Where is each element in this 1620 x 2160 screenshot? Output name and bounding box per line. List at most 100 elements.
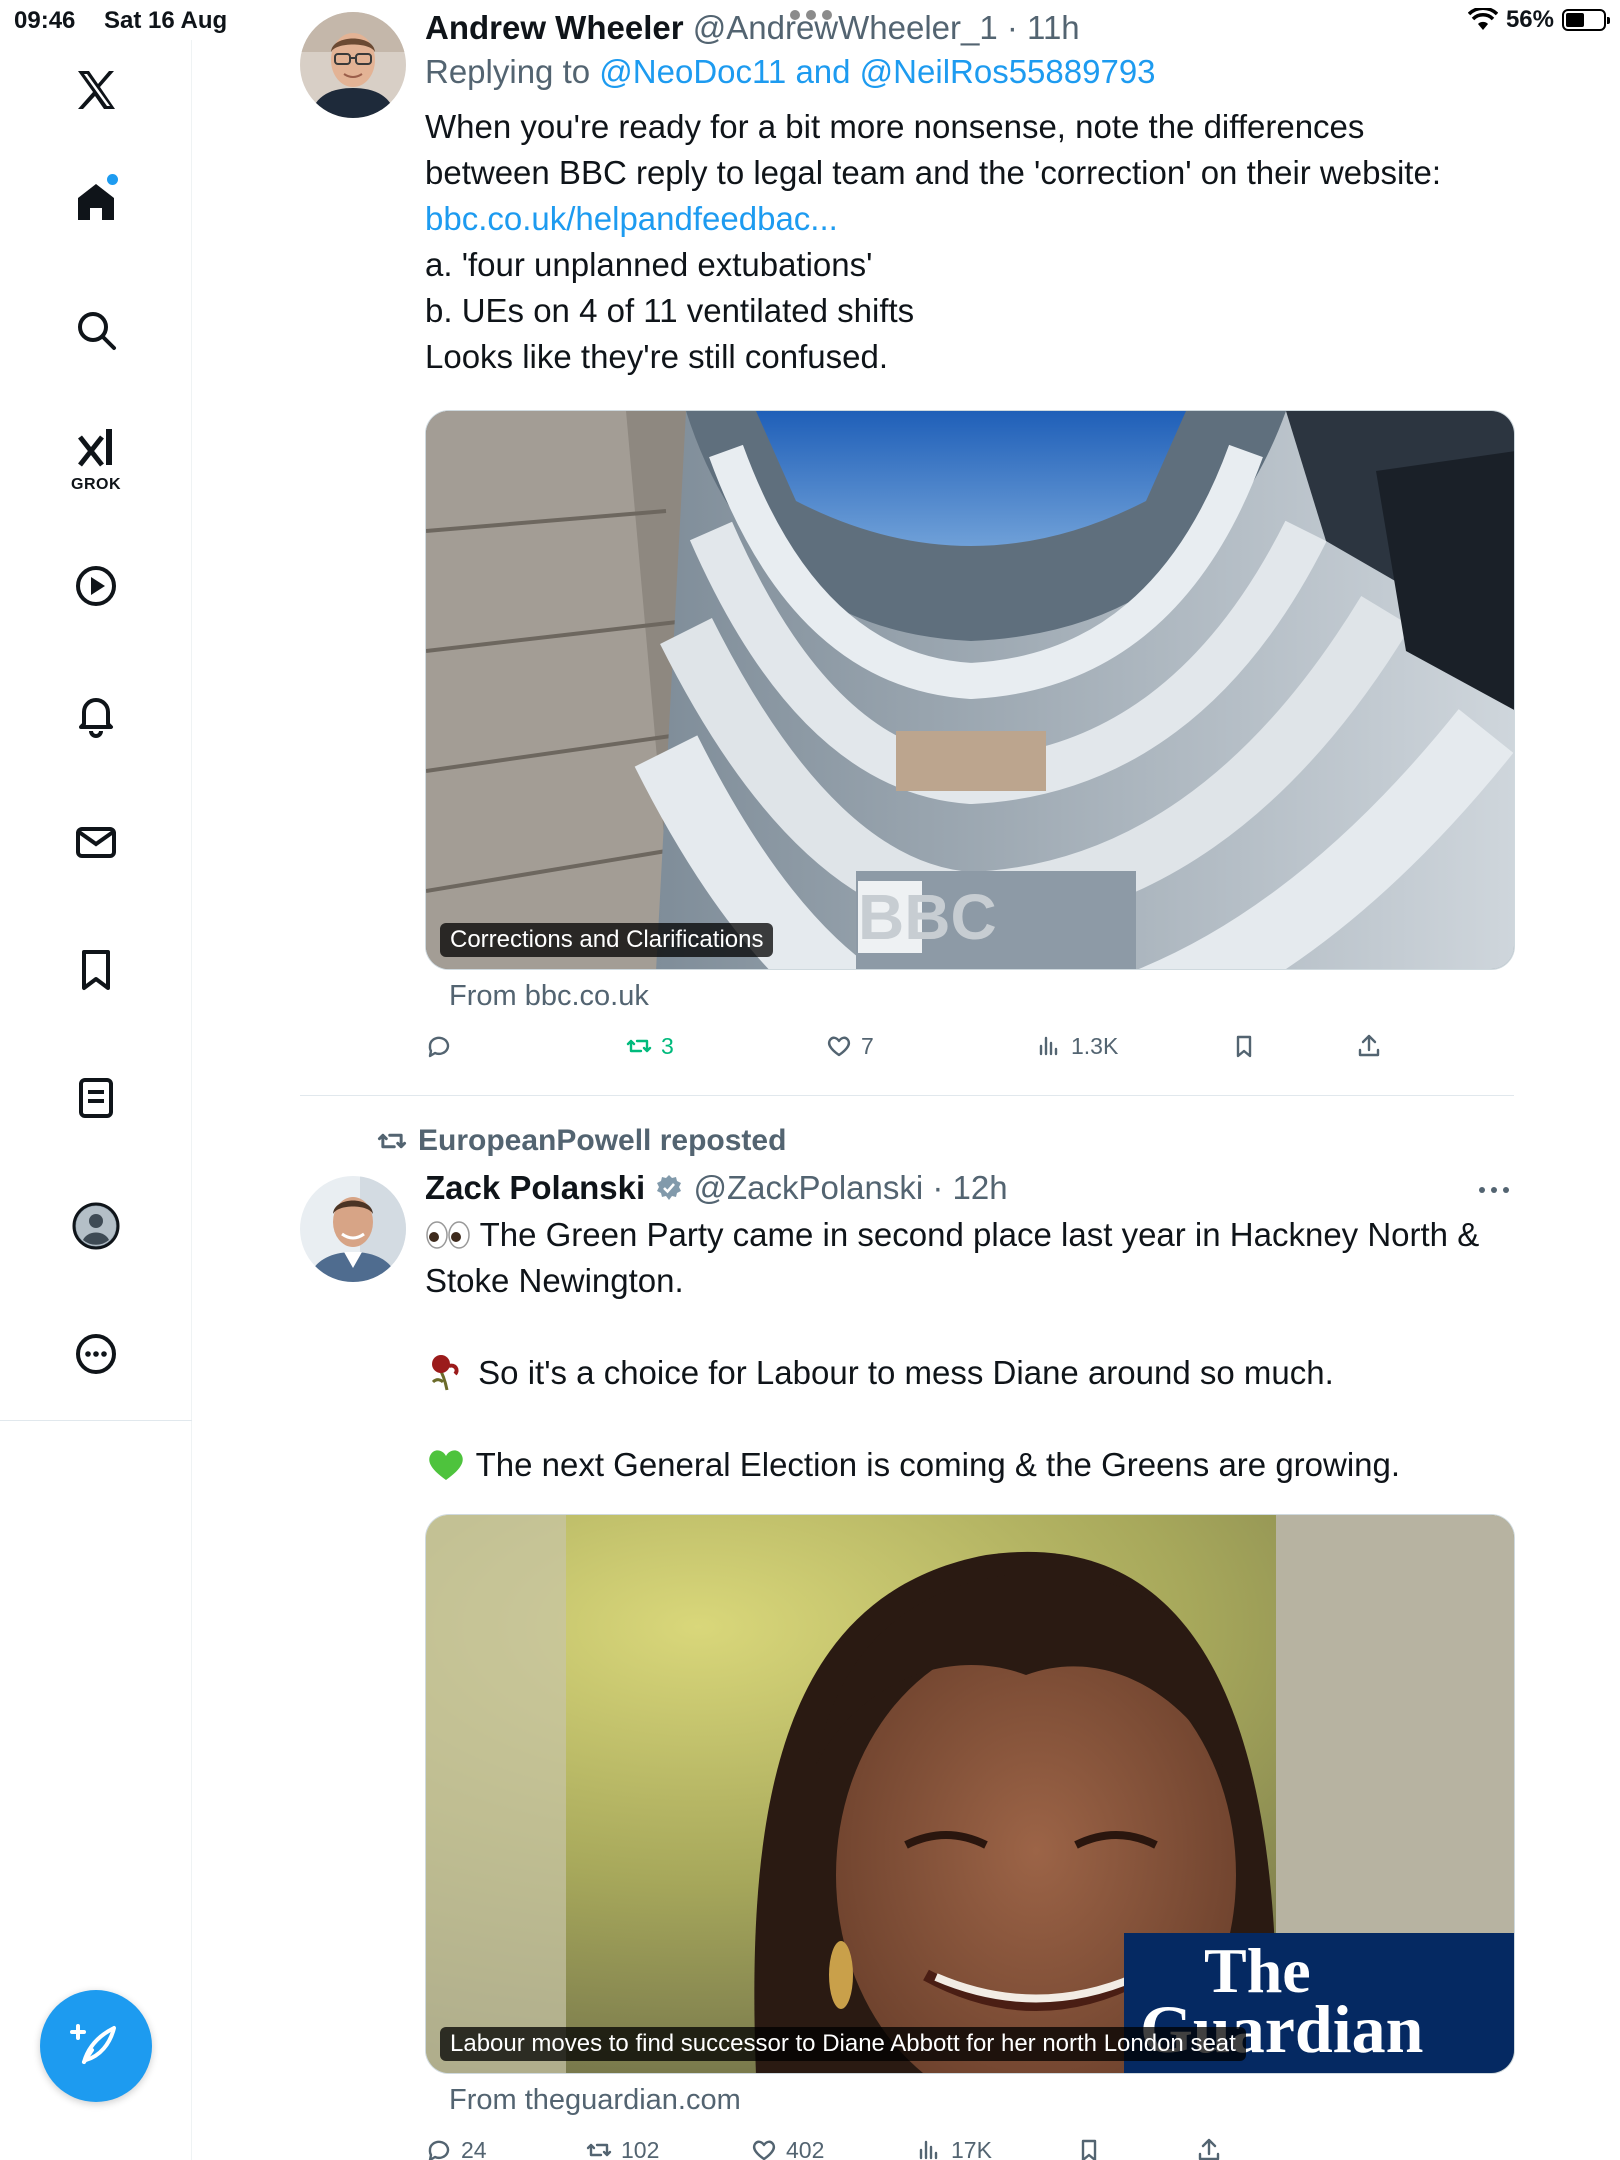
tweet-text-line: Looks like they're still confused. xyxy=(425,338,889,375)
green-heart-emoji-icon xyxy=(429,1450,463,1480)
reply-button[interactable] xyxy=(425,1032,461,1060)
tweet-text-line-3: So it's a choice for Labour to mess Dian… xyxy=(478,1354,1334,1391)
grok-icon[interactable]: GROK xyxy=(56,418,136,498)
repost-icon xyxy=(377,1133,407,1149)
reply-icon xyxy=(428,1036,450,1058)
mention-link[interactable]: @NeoDoc11 xyxy=(599,53,786,90)
verified-badge-icon xyxy=(657,1175,682,1200)
bookmarks-icon[interactable] xyxy=(56,930,136,1010)
views-count: 17K xyxy=(951,2136,992,2160)
tweet-content: Andrew Wheeler @AndrewWheeler_1 · 11h Re… xyxy=(425,8,1515,380)
share-icon xyxy=(1358,1034,1380,1057)
tweet-text-line: b. UEs on 4 of 11 ventilated shifts xyxy=(425,292,915,329)
tweet-text-line: between BBC reply to legal team and the … xyxy=(425,154,1441,191)
reply-count: 24 xyxy=(461,2136,487,2160)
author-name[interactable]: Andrew Wheeler xyxy=(425,9,684,46)
bookmark-icon xyxy=(1081,2139,1097,2160)
video-icon[interactable] xyxy=(56,546,136,626)
battery-icon xyxy=(1562,9,1610,31)
messages-icon[interactable] xyxy=(56,802,136,882)
status-time: 09:46 xyxy=(14,7,76,34)
sidebar-nav: GROK xyxy=(0,40,192,2160)
avatar[interactable] xyxy=(300,12,406,118)
author-handle[interactable]: @ZackPolanski xyxy=(693,1169,923,1206)
reply-and: and xyxy=(795,53,851,90)
share-button[interactable] xyxy=(1355,1032,1383,1060)
like-button[interactable]: 402 xyxy=(750,2136,824,2160)
lists-icon[interactable] xyxy=(56,1058,136,1138)
tweet-text-line-1: The Green Party came in second place las… xyxy=(479,1216,1480,1253)
repost-indicator[interactable]: EuropeanPowell reposted xyxy=(376,1124,786,1158)
grok-label: GROK xyxy=(71,476,121,493)
like-count: 402 xyxy=(786,2136,825,2160)
repost-icon xyxy=(626,1039,652,1053)
like-button[interactable]: 7 xyxy=(825,1032,874,1060)
share-icon xyxy=(1198,2138,1220,2160)
tweet-text: When you're ready for a bit more nonsens… xyxy=(425,104,1515,380)
views-icon xyxy=(919,2140,938,2160)
heart-icon xyxy=(752,2140,776,2160)
views-icon xyxy=(1039,1036,1058,1056)
tweet-actions: 3 7 1.3K xyxy=(425,1032,1425,1076)
tweet-text: The Green Party came in second place las… xyxy=(425,1212,1515,1488)
bbc-logo: BBC xyxy=(858,881,997,953)
repost-icon xyxy=(586,2143,612,2157)
more-options-icon[interactable] xyxy=(1474,1180,1514,1200)
tweet-text-line: The Green Party came in second place las… xyxy=(425,1212,1515,1258)
replying-to: Replying to @NeoDoc11 and @NeilRos558897… xyxy=(425,52,1515,92)
bookmark-button[interactable] xyxy=(1075,2136,1103,2160)
mention-link[interactable]: @NeilRos55889793 xyxy=(860,53,1156,90)
card-caption: Labour moves to find successor to Diane … xyxy=(440,2027,1246,2061)
tweet-text-line: The next General Election is coming & th… xyxy=(425,1442,1515,1488)
more-icon[interactable] xyxy=(56,1314,136,1394)
tweet-link[interactable]: bbc.co.uk/helpandfeedbac... xyxy=(425,196,1515,242)
repost-count: 102 xyxy=(621,2136,660,2160)
reply-button[interactable]: 24 xyxy=(425,2136,487,2160)
views-button[interactable]: 1.3K xyxy=(1035,1032,1118,1060)
profile-icon[interactable] xyxy=(56,1186,136,1266)
avatar[interactable] xyxy=(300,1176,406,1282)
repost-count: 3 xyxy=(661,1032,674,1059)
notifications-icon[interactable] xyxy=(56,674,136,754)
home-icon[interactable] xyxy=(56,162,136,242)
status-date: Sat 16 Aug xyxy=(104,7,228,34)
author-handle[interactable]: @AndrewWheeler_1 xyxy=(693,9,998,46)
tweet-content: Zack Polanski @ZackPolanski · 12h The Gr… xyxy=(425,1168,1515,1488)
tweet-text-line: When you're ready for a bit more nonsens… xyxy=(425,108,1365,145)
search-icon[interactable] xyxy=(56,290,136,370)
views-button[interactable]: 17K xyxy=(915,2136,992,2160)
author-name[interactable]: Zack Polanski xyxy=(425,1169,645,1206)
reply-prefix: Replying to xyxy=(425,53,591,90)
card-source[interactable]: From theguardian.com xyxy=(449,2084,741,2117)
sidebar-divider xyxy=(0,1420,192,1421)
views-count: 1.3K xyxy=(1071,1032,1119,1059)
compose-post-icon xyxy=(70,2024,116,2064)
link-card[interactable]: The Guardian Labour moves to find succes… xyxy=(425,1514,1515,2074)
card-source[interactable]: From bbc.co.uk xyxy=(449,980,649,1013)
compose-post-button[interactable] xyxy=(40,1990,152,2102)
tweet-time[interactable]: · 11h xyxy=(1007,9,1080,46)
repost-button[interactable]: 3 xyxy=(625,1032,674,1060)
tweet-text-line: Stoke Newington. xyxy=(425,1262,684,1299)
repost-button[interactable]: 102 xyxy=(585,2136,659,2160)
tweet-text-line: a. 'four unplanned extubations' xyxy=(425,246,873,283)
x-logo-icon[interactable] xyxy=(56,50,136,130)
card-caption: Corrections and Clarifications xyxy=(440,923,774,957)
tweet-time[interactable]: · 12h xyxy=(932,1169,1007,1206)
like-count: 7 xyxy=(861,1032,874,1059)
tweet-text-line: So it's a choice for Labour to mess Dian… xyxy=(425,1350,1515,1396)
tweet-text-line-4: The next General Election is coming & th… xyxy=(475,1446,1401,1483)
reply-icon xyxy=(428,2140,450,2160)
bookmark-button[interactable] xyxy=(1230,1032,1258,1060)
wilted-rose-emoji-icon xyxy=(431,1355,459,1391)
link-card[interactable]: BBC Corrections and Clarifications xyxy=(425,410,1515,970)
eyes-emoji-icon xyxy=(426,1221,470,1249)
tweet-header: Zack Polanski @ZackPolanski · 12h xyxy=(425,1168,1515,1208)
share-button[interactable] xyxy=(1195,2136,1223,2160)
tweet-header: Andrew Wheeler @AndrewWheeler_1 · 11h xyxy=(425,8,1515,48)
bookmark-icon xyxy=(1236,1035,1252,1058)
tweet-actions: 24 102 402 17K xyxy=(425,2136,1425,2160)
reposted-by: EuropeanPowell reposted xyxy=(418,1124,787,1157)
heart-icon xyxy=(827,1036,851,1057)
